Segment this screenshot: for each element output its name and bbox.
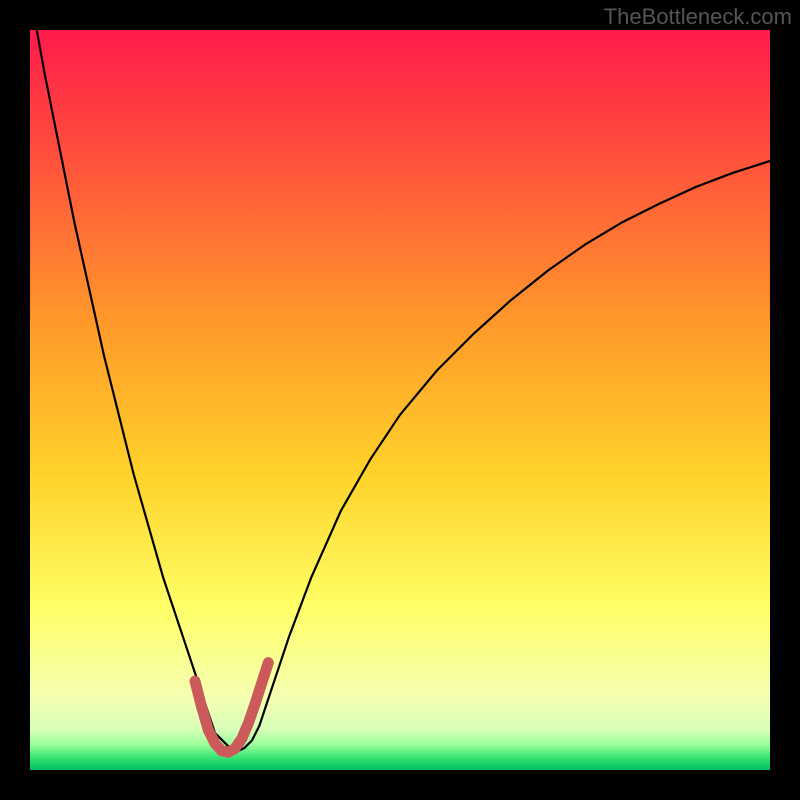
plot-area <box>30 30 770 770</box>
chart-svg <box>30 30 770 770</box>
chart-frame: TheBottleneck.com <box>0 0 800 800</box>
watermark-text: TheBottleneck.com <box>604 4 792 30</box>
gradient-background <box>30 30 770 770</box>
